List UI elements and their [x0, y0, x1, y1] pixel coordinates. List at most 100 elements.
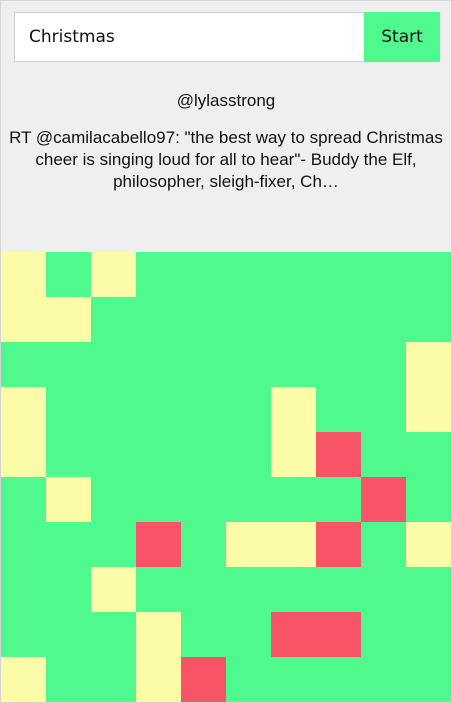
grid-cell-green	[46, 567, 91, 612]
grid-cell-green	[181, 432, 226, 477]
grid-cell-yellow	[406, 342, 451, 387]
grid-cell-green	[181, 522, 226, 567]
grid-cell-green	[181, 342, 226, 387]
grid-cell-green	[226, 477, 271, 522]
grid-cell-green	[46, 432, 91, 477]
grid-cell-yellow	[406, 522, 451, 567]
grid-cell-green	[226, 657, 271, 702]
color-grid	[1, 252, 451, 702]
grid-cell-green	[406, 657, 451, 702]
grid-cell-red	[361, 477, 406, 522]
grid-cell-green	[316, 657, 361, 702]
grid-cell-yellow	[1, 252, 46, 297]
tweet-author-handle: @lylasstrong	[176, 91, 276, 110]
grid-cell-green	[316, 567, 361, 612]
grid-cell-yellow	[136, 612, 181, 657]
grid-cell-green	[361, 612, 406, 657]
grid-cell-green	[91, 297, 136, 342]
grid-cell-green	[91, 522, 136, 567]
grid-cell-green	[46, 252, 91, 297]
grid-cell-red	[136, 522, 181, 567]
grid-cell-red	[271, 612, 316, 657]
grid-cell-yellow	[1, 387, 46, 432]
grid-cell-red	[316, 522, 361, 567]
grid-cell-yellow	[271, 522, 316, 567]
grid-cell-green	[226, 342, 271, 387]
grid-cell-green	[136, 477, 181, 522]
grid-cell-green	[406, 252, 451, 297]
grid-cell-green	[406, 567, 451, 612]
grid-cell-yellow	[91, 567, 136, 612]
grid-cell-green	[91, 612, 136, 657]
app-window: Start @lylasstrong RT @camilacabello97: …	[0, 0, 452, 703]
grid-cell-green	[271, 342, 316, 387]
grid-cell-green	[181, 297, 226, 342]
grid-cell-green	[361, 252, 406, 297]
grid-cell-yellow	[91, 252, 136, 297]
search-input[interactable]	[14, 12, 364, 62]
grid-cell-green	[136, 567, 181, 612]
grid-cell-green	[406, 477, 451, 522]
grid-cell-green	[1, 342, 46, 387]
grid-cell-yellow	[136, 657, 181, 702]
grid-cell-green	[361, 297, 406, 342]
grid-cell-green	[136, 252, 181, 297]
grid-cell-yellow	[1, 432, 46, 477]
grid-cell-green	[1, 567, 46, 612]
grid-cell-green	[271, 252, 316, 297]
grid-cell-yellow	[406, 387, 451, 432]
grid-cell-green	[1, 522, 46, 567]
grid-cell-green	[136, 387, 181, 432]
grid-cell-green	[361, 522, 406, 567]
grid-cell-green	[226, 612, 271, 657]
grid-cell-green	[271, 657, 316, 702]
grid-cell-green	[271, 297, 316, 342]
grid-cell-green	[46, 342, 91, 387]
grid-cell-red	[316, 432, 361, 477]
grid-cell-green	[406, 612, 451, 657]
grid-cell-green	[361, 567, 406, 612]
grid-cell-green	[271, 567, 316, 612]
grid-cell-green	[46, 612, 91, 657]
grid-cell-green	[406, 297, 451, 342]
grid-cell-red	[181, 657, 226, 702]
grid-cell-green	[226, 432, 271, 477]
grid-cell-green	[46, 522, 91, 567]
grid-cell-green	[361, 657, 406, 702]
grid-cell-yellow	[46, 297, 91, 342]
grid-cell-yellow	[1, 657, 46, 702]
grid-cell-yellow	[226, 522, 271, 567]
grid-cell-green	[316, 252, 361, 297]
grid-cell-green	[91, 342, 136, 387]
grid-cell-green	[361, 432, 406, 477]
grid-cell-green	[361, 342, 406, 387]
grid-cell-green	[406, 432, 451, 477]
grid-cell-green	[91, 387, 136, 432]
grid-cell-green	[46, 657, 91, 702]
grid-cell-green	[1, 612, 46, 657]
start-button[interactable]: Start	[364, 12, 440, 62]
grid-cell-yellow	[46, 477, 91, 522]
grid-cell-yellow	[271, 432, 316, 477]
grid-cell-green	[316, 342, 361, 387]
grid-cell-yellow	[1, 297, 46, 342]
grid-cell-red	[316, 612, 361, 657]
grid-cell-green	[181, 477, 226, 522]
grid-cell-green	[136, 342, 181, 387]
search-bar: Start	[14, 12, 440, 62]
tweet-text: RT @camilacabello97: "the best way to sp…	[9, 128, 443, 191]
grid-cell-green	[91, 432, 136, 477]
grid-cell-green	[316, 297, 361, 342]
grid-cell-green	[361, 387, 406, 432]
grid-cell-green	[136, 432, 181, 477]
grid-cell-green	[46, 387, 91, 432]
grid-cell-green	[91, 477, 136, 522]
grid-cell-yellow	[271, 387, 316, 432]
grid-cell-green	[316, 387, 361, 432]
grid-cell-green	[1, 477, 46, 522]
grid-cell-green	[226, 297, 271, 342]
grid-cell-green	[136, 297, 181, 342]
grid-cell-green	[181, 387, 226, 432]
grid-cell-green	[226, 252, 271, 297]
grid-cell-green	[181, 612, 226, 657]
